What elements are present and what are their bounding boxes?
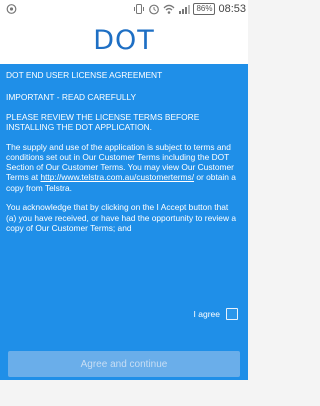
agree-and-continue-button[interactable]: Agree and continue bbox=[8, 351, 240, 377]
agree-label: I agree bbox=[193, 309, 220, 319]
license-important: IMPORTANT - READ CAREFULLY bbox=[6, 92, 137, 103]
wifi-icon bbox=[163, 4, 175, 14]
clock: 08:53 bbox=[218, 3, 246, 15]
license-supply: The supply and use of the application is… bbox=[6, 142, 242, 193]
app-title: DOT bbox=[93, 25, 155, 56]
agree-row[interactable]: I agree bbox=[194, 307, 238, 321]
status-bar: 86% 08:53 bbox=[0, 0, 248, 18]
battery-icon: 86% bbox=[193, 3, 216, 15]
signal-icon bbox=[179, 5, 191, 14]
agree-checkbox[interactable] bbox=[226, 308, 238, 320]
license-acknowledge-2: (a) you have received, or have had the o… bbox=[6, 212, 236, 233]
license-panel: DOT END USER LICENSE AGREEMENT IMPORTANT… bbox=[0, 64, 248, 380]
license-acknowledge-1: You acknowledge that by clicking on the … bbox=[6, 202, 229, 213]
app-header: DOT bbox=[0, 18, 248, 64]
footer bbox=[0, 380, 248, 406]
vibrate-icon bbox=[134, 4, 145, 14]
license-heading: DOT END USER LICENSE AGREEMENT bbox=[6, 70, 163, 80]
notification-icon bbox=[6, 4, 17, 14]
license-review: PLEASE REVIEW THE LICENSE TERMS BEFORE I… bbox=[6, 111, 200, 133]
customer-terms-link[interactable]: http://www.telstra.com.au/customerterms/ bbox=[40, 172, 194, 182]
alarm-icon bbox=[149, 4, 160, 15]
license-text-scroll[interactable]: DOT END USER LICENSE AGREEMENT IMPORTANT… bbox=[6, 70, 242, 320]
license-acknowledge: You acknowledge that by clicking on the … bbox=[6, 202, 242, 233]
